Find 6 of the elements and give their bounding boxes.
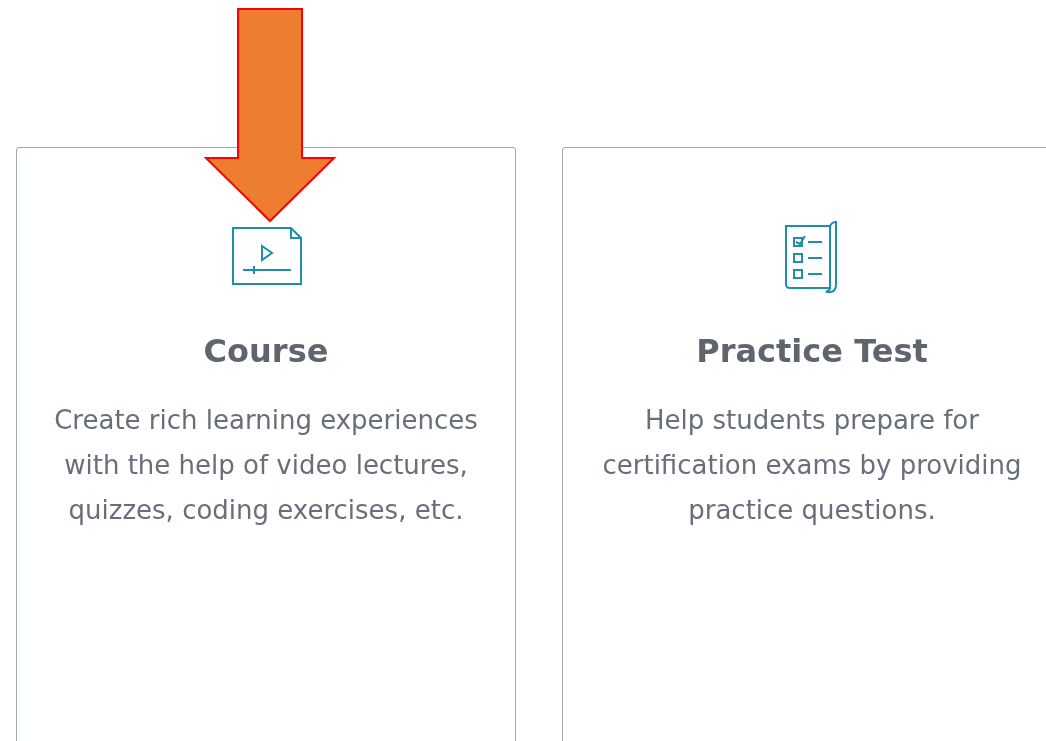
card-description: Help students prepare for certification exams by providing practice questions. [601, 404, 1023, 527]
card-description: Create rich learning experiences with the help of video lectures, quizzes, coding exercises, etc. [53, 404, 479, 527]
card-title: Course [203, 332, 329, 370]
card-title: Practice Test [696, 332, 928, 370]
video-document-icon [229, 226, 303, 288]
course-type-card[interactable]: Practice Test Help students prepare for certification exams by providing practice questions. [562, 147, 1046, 741]
